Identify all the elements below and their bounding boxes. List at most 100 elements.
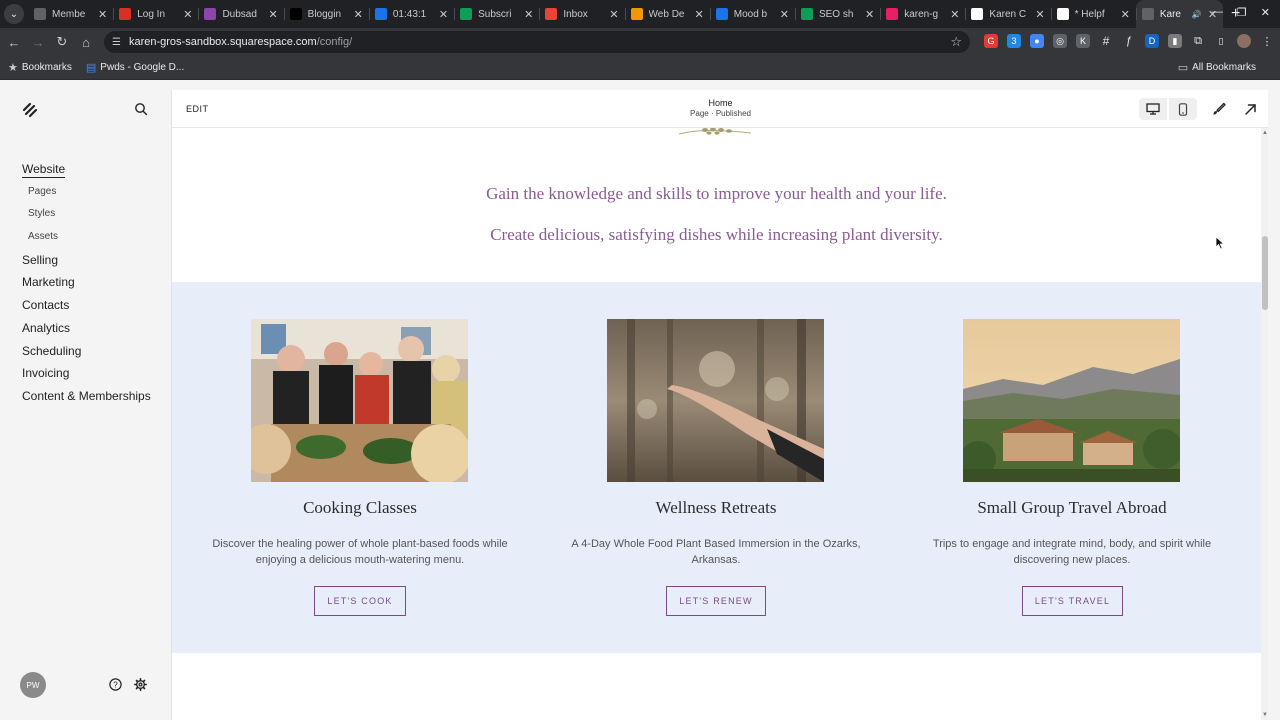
browser-tab[interactable]: Bloggin ✕ xyxy=(283,0,369,28)
lets-renew-button[interactable]: LET'S RENEW xyxy=(666,586,766,616)
browser-tab[interactable]: karen-g ✕ xyxy=(880,0,965,28)
tab-close-icon[interactable]: ✕ xyxy=(1035,8,1044,21)
bookmarks-folder[interactable]: ★ Bookmarks xyxy=(8,61,72,74)
tab-close-icon[interactable]: ✕ xyxy=(98,8,107,21)
extension-icon[interactable]: ● xyxy=(1030,34,1044,48)
tab-title: Subscri xyxy=(478,8,512,20)
desktop-view-button[interactable] xyxy=(1139,98,1167,120)
extension-icon[interactable]: ƒ xyxy=(1122,34,1136,48)
design-tools-button[interactable] xyxy=(1210,101,1226,117)
browser-tab[interactable]: Inbox ✕ xyxy=(539,0,624,28)
sidebar-item-contacts[interactable]: Contacts xyxy=(22,296,151,319)
extensions-puzzle-icon[interactable]: ⧉ xyxy=(1191,34,1205,48)
sidebar-item-invoicing[interactable]: Invoicing xyxy=(22,364,151,387)
sidebar-item-pages[interactable]: Pages xyxy=(22,183,151,206)
minimize-icon[interactable]: — xyxy=(1212,6,1223,19)
gear-icon[interactable] xyxy=(134,678,147,691)
avatar[interactable]: PW xyxy=(20,672,46,698)
sidebar-item-website[interactable]: Website xyxy=(22,160,151,183)
home-icon[interactable]: ⌂ xyxy=(74,35,98,50)
scroll-up-icon[interactable]: ▲ xyxy=(1262,130,1268,136)
wellness-retreat-photo xyxy=(607,319,824,482)
mobile-icon xyxy=(1178,102,1188,116)
bookmark-pwds[interactable]: ▤ Pwds - Google D... xyxy=(86,61,184,74)
close-window-icon[interactable]: ✕ xyxy=(1261,6,1270,19)
window-controls: — ❐ ✕ xyxy=(1212,6,1270,19)
tab-close-icon[interactable]: ✕ xyxy=(950,8,959,21)
back-icon[interactable]: ← xyxy=(2,35,26,50)
browser-tab[interactable]: Dubsad ✕ xyxy=(198,0,283,28)
restore-icon[interactable]: ❐ xyxy=(1237,6,1247,19)
tab-close-icon[interactable]: ✕ xyxy=(609,8,618,21)
browser-tab[interactable]: Subscri ✕ xyxy=(454,0,539,28)
sidebar-item-selling[interactable]: Selling xyxy=(22,251,151,274)
browser-tab[interactable]: SEO sh ✕ xyxy=(794,0,880,28)
extension-icon[interactable]: 3 xyxy=(1007,34,1021,48)
tab-close-icon[interactable]: ✕ xyxy=(268,8,277,21)
sidebar-item-analytics[interactable]: Analytics xyxy=(22,319,151,342)
extension-icon[interactable]: D xyxy=(1145,34,1159,48)
sidebar-item-scheduling[interactable]: Scheduling xyxy=(22,342,151,365)
scroll-down-icon[interactable]: ▼ xyxy=(1262,712,1268,718)
sidebar: Website Pages Styles Assets Selling Marketing… xyxy=(0,80,170,720)
profile-avatar[interactable] xyxy=(1237,34,1251,48)
browser-tab[interactable]: Karen C ✕ xyxy=(965,0,1050,28)
browser-tab[interactable]: Mood b ✕ xyxy=(709,0,795,28)
all-bookmarks[interactable]: ▭ All Bookmarks xyxy=(1178,61,1256,74)
tab-close-icon[interactable]: ✕ xyxy=(439,8,448,21)
extension-icon[interactable]: # xyxy=(1099,34,1113,48)
lets-travel-button[interactable]: LET'S TRAVEL xyxy=(1022,586,1123,616)
scroll-thumb[interactable] xyxy=(1262,236,1268,310)
tab-search-icon[interactable]: ⌄ xyxy=(4,4,24,24)
reload-icon[interactable]: ↻ xyxy=(50,34,74,50)
sidebar-item-marketing[interactable]: Marketing xyxy=(22,273,151,296)
squarespace-logo-icon[interactable] xyxy=(21,101,39,119)
forward-icon[interactable]: → xyxy=(26,35,50,50)
tab-audio-icon[interactable]: 🔊 xyxy=(1192,10,1202,19)
tab-title: Dubsad xyxy=(222,8,257,20)
svg-text:?: ? xyxy=(113,680,118,689)
browser-tab[interactable]: Kare 🔊 ✕ xyxy=(1135,0,1224,28)
tab-close-icon[interactable]: ✕ xyxy=(865,8,874,21)
sidebar-item-label: Invoicing xyxy=(22,366,70,381)
extension-icon[interactable]: K xyxy=(1076,34,1090,48)
address-bar[interactable]: ☰ karen-gros-sandbox.squarespace.com /co… xyxy=(104,31,970,53)
browser-tab[interactable]: Log In ✕ xyxy=(113,0,198,28)
help-icon[interactable]: ? xyxy=(109,678,122,691)
search-icon[interactable] xyxy=(134,102,148,116)
tab-title: SEO sh xyxy=(818,8,854,20)
bookmark-star-icon[interactable]: ☆ xyxy=(950,34,962,50)
browser-tab[interactable]: Web De ✕ xyxy=(624,0,710,28)
sidepanel-icon[interactable]: ▯ xyxy=(1214,34,1228,48)
tab-close-icon[interactable]: ✕ xyxy=(183,8,192,21)
all-bookmarks-label: All Bookmarks xyxy=(1192,62,1256,73)
browser-menu-icon[interactable]: ⋮ xyxy=(1260,34,1274,48)
mobile-view-button[interactable] xyxy=(1169,98,1197,120)
google-docs-icon: ▤ xyxy=(85,62,97,74)
lets-cook-button[interactable]: LET'S COOK xyxy=(314,586,406,616)
site-info-icon[interactable]: ☰ xyxy=(112,37,121,48)
tab-close-icon[interactable]: ✕ xyxy=(695,8,704,21)
tab-close-icon[interactable]: ✕ xyxy=(524,8,533,21)
service-description: Discover the healing power of whole plan… xyxy=(212,538,508,566)
browser-tab[interactable]: Membe ✕ xyxy=(28,0,113,28)
open-site-button[interactable] xyxy=(1242,101,1258,117)
travel-photo xyxy=(963,319,1180,482)
browser-tab[interactable]: * Helpf ✕ xyxy=(1050,0,1136,28)
extension-icon[interactable]: ▮ xyxy=(1168,34,1182,48)
sidebar-item-content-memberships[interactable]: Content & Memberships xyxy=(22,387,151,410)
sidebar-item-styles[interactable]: Styles xyxy=(22,205,151,228)
tab-title: 01:43:1 xyxy=(392,8,427,20)
preview-scrollbar[interactable]: ▲ ▼ xyxy=(1261,128,1268,720)
folder-icon: ▭ xyxy=(1177,62,1189,74)
sidebar-item-assets[interactable]: Assets xyxy=(22,228,151,251)
extension-icon[interactable]: G xyxy=(984,34,998,48)
url-path: /config/ xyxy=(316,36,353,48)
tab-close-icon[interactable]: ✕ xyxy=(354,8,363,21)
tab-close-icon[interactable]: ✕ xyxy=(1121,8,1130,21)
tab-favicon-icon xyxy=(1141,8,1154,20)
browser-tab[interactable]: 01:43:1 ✕ xyxy=(368,0,454,28)
extension-icon[interactable]: ◎ xyxy=(1053,34,1067,48)
tab-close-icon[interactable]: ✕ xyxy=(780,8,789,21)
squarespace-app: Website Pages Styles Assets Selling Marketing… xyxy=(0,80,1280,720)
